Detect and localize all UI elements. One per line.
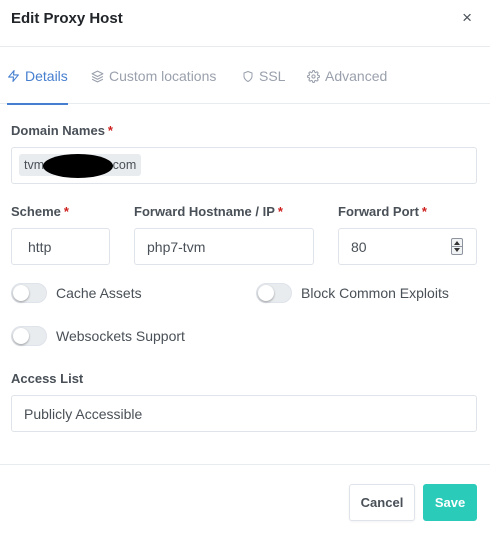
websockets-toggle[interactable]: Websockets Support [11, 326, 185, 346]
stepper-divider [452, 246, 462, 247]
domain-names-label-text: Domain Names [11, 123, 105, 138]
shield-icon [242, 70, 254, 83]
toggle-track[interactable] [256, 283, 292, 303]
tab-ssl-label: SSL [259, 68, 286, 84]
forward-port-value: 80 [351, 238, 367, 255]
cache-assets-toggle[interactable]: Cache Assets [11, 283, 142, 303]
toggle-knob [258, 285, 274, 301]
modal-header: Edit Proxy Host × [0, 0, 490, 47]
save-button[interactable]: Save [423, 484, 477, 521]
stepper-down-icon[interactable] [454, 248, 460, 252]
tab-custom-locations[interactable]: Custom locations [91, 48, 216, 104]
modal-footer: Cancel Save [0, 464, 490, 533]
scheme-label-text: Scheme [11, 204, 61, 219]
toggle-track[interactable] [11, 326, 47, 346]
modal-title: Edit Proxy Host [11, 10, 123, 27]
toggle-knob [13, 328, 29, 344]
access-list-select[interactable]: Publicly Accessible [11, 395, 477, 432]
domain-chip-prefix: tvm [24, 158, 45, 172]
scheme-label: Scheme * [11, 204, 69, 219]
cancel-button[interactable]: Cancel [349, 484, 415, 521]
forward-port-label-text: Forward Port [338, 204, 419, 219]
forward-host-label-text: Forward Hostname / IP [134, 204, 275, 219]
block-exploits-label: Block Common Exploits [301, 285, 449, 301]
bolt-icon [7, 69, 20, 83]
redaction-mark [43, 154, 114, 178]
access-list-label: Access List [11, 371, 84, 386]
forward-host-input[interactable]: php7-tvm [134, 228, 314, 265]
tab-details[interactable]: Details [7, 48, 68, 105]
stepper-up-icon[interactable] [454, 241, 460, 245]
tab-custom-locations-label: Custom locations [109, 68, 217, 84]
forward-port-input[interactable]: 80 [338, 228, 477, 265]
block-exploits-toggle[interactable]: Block Common Exploits [256, 283, 449, 303]
toggle-knob [13, 285, 29, 301]
scheme-value: http [28, 238, 52, 255]
forward-port-label: Forward Port * [338, 204, 427, 219]
cache-assets-label: Cache Assets [56, 285, 142, 301]
tab-details-label: Details [25, 68, 68, 84]
domain-chip-suffix: .com [109, 158, 137, 172]
layers-icon [91, 70, 104, 83]
close-icon[interactable]: × [462, 9, 472, 27]
gear-icon [307, 69, 320, 83]
required-mark: * [107, 123, 113, 138]
forward-host-label: Forward Hostname / IP * [134, 204, 283, 219]
required-mark: * [63, 204, 69, 219]
scheme-input[interactable]: http [11, 228, 110, 265]
port-stepper[interactable] [451, 238, 463, 255]
domain-names-label: Domain Names * [11, 123, 113, 138]
domain-chip[interactable]: tvm .com [19, 154, 142, 178]
tab-advanced-label: Advanced [325, 68, 388, 84]
forward-host-value: php7-tvm [147, 238, 206, 255]
access-list-value: Publicly Accessible [24, 405, 143, 422]
required-mark: * [421, 204, 427, 219]
websockets-label: Websockets Support [56, 328, 185, 344]
required-mark: * [277, 204, 283, 219]
toggle-track[interactable] [11, 283, 47, 303]
tab-bar: Details Custom locations SSL Advanced [0, 48, 490, 105]
tab-ssl[interactable]: SSL [242, 48, 285, 104]
tab-advanced[interactable]: Advanced [307, 48, 387, 104]
